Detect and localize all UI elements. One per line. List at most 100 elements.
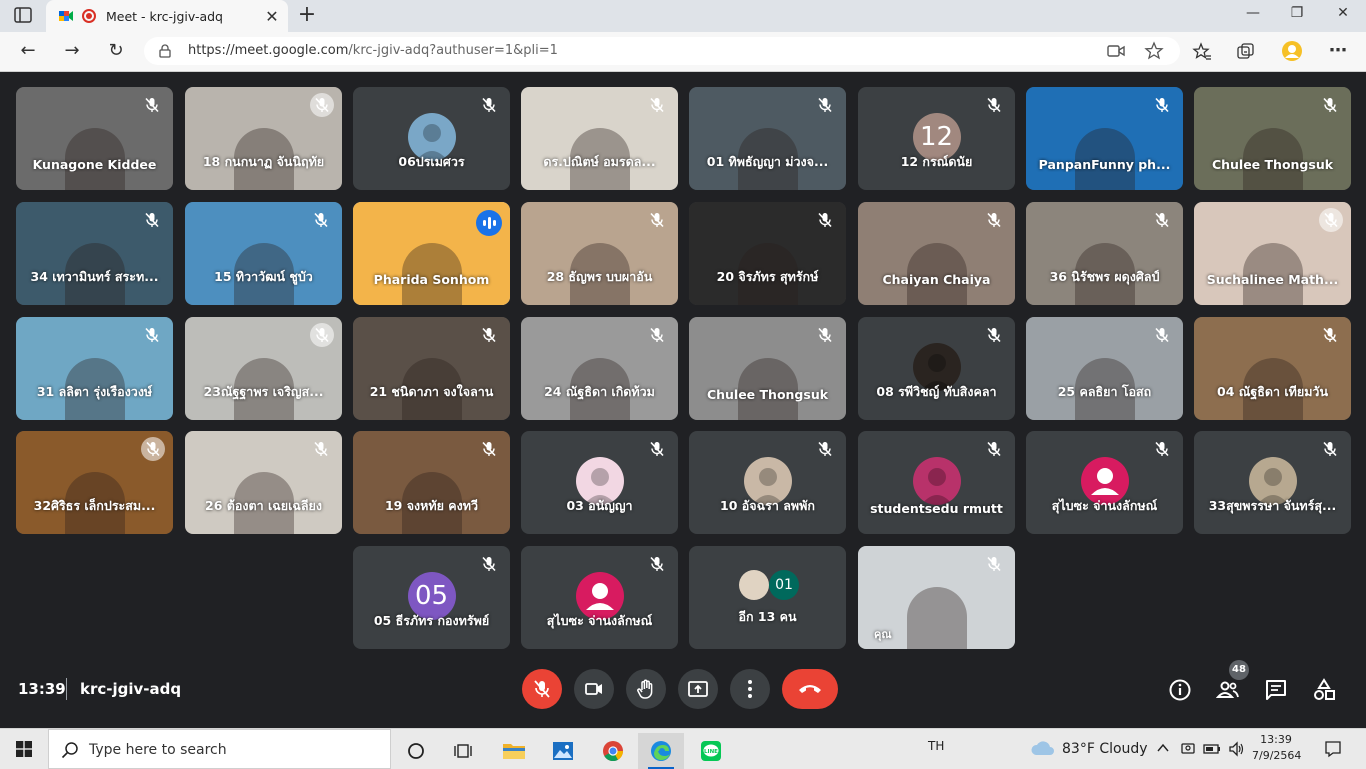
chrome-icon[interactable] <box>590 733 636 769</box>
participant-tile[interactable]: studentsedu rmutt <box>858 431 1015 534</box>
chat-icon[interactable] <box>1264 678 1288 702</box>
participant-tile[interactable]: 08 รพีวิชญ์ ทับสิงคลา <box>858 317 1015 420</box>
activities-icon[interactable] <box>1312 678 1336 702</box>
participant-tile[interactable]: 04 ณัฐธิดา เทียมวัน <box>1194 317 1351 420</box>
participant-tile[interactable]: สุไบซะ จ่านงลักษณ์ <box>521 546 678 649</box>
participant-tile[interactable]: 34 เทวามินทร์ สระท... <box>16 202 173 305</box>
search-placeholder: Type here to search <box>89 742 227 758</box>
tab-actions-icon[interactable] <box>14 7 32 23</box>
add-favorite-icon[interactable] <box>1144 41 1164 61</box>
new-tab-icon[interactable]: + <box>296 4 318 26</box>
more-vertical-icon <box>748 680 752 698</box>
forward-icon[interactable]: → <box>60 40 84 64</box>
meeting-time: 13:39 <box>18 680 66 698</box>
leave-call-button[interactable] <box>782 669 838 709</box>
participant-tile[interactable]: Chulee Thongsuk <box>689 317 846 420</box>
meeting-details-icon[interactable] <box>1168 678 1192 702</box>
volume-icon[interactable] <box>1228 741 1246 757</box>
taskbar-search-box[interactable]: Type here to search <box>48 729 391 769</box>
edge-icon[interactable] <box>638 733 684 769</box>
chevron-up-icon[interactable] <box>1157 743 1169 753</box>
participant-tile[interactable]: 23ณัฐฐาพร เจริญส... <box>185 317 342 420</box>
close-tab-icon[interactable]: ✕ <box>262 7 282 26</box>
participant-tile[interactable]: สุไบซะ จ่านงลักษณ์ <box>1026 431 1183 534</box>
participant-tile[interactable]: Pharida Sonhom <box>353 202 510 305</box>
participant-tile[interactable]: 21 ชนิดาภา จงใจลาน <box>353 317 510 420</box>
participant-tile[interactable]: 01 ทิพธัญญา ม่วงจ... <box>689 87 846 190</box>
windows-start-icon[interactable] <box>16 741 32 757</box>
camera-icon <box>585 683 602 695</box>
photos-app-icon[interactable] <box>540 733 586 769</box>
maximize-window-icon[interactable]: ❐ <box>1282 5 1312 25</box>
cortana-icon[interactable] <box>393 733 439 769</box>
lock-icon[interactable] <box>159 44 171 58</box>
close-window-icon[interactable]: ✕ <box>1328 5 1358 25</box>
minimize-window-icon[interactable]: — <box>1238 5 1268 25</box>
weather-text[interactable]: 83°F Cloudy <box>1062 741 1148 757</box>
participant-tile[interactable]: 33สุขพรรษา จันทร์สุ... <box>1194 431 1351 534</box>
participant-tile[interactable]: PanpanFunny ph... <box>1026 87 1183 190</box>
participant-tile[interactable]: 06ปรเมศวร <box>353 87 510 190</box>
weather-cloudy-icon[interactable] <box>1030 739 1056 757</box>
profile-avatar-icon[interactable] <box>1281 40 1303 62</box>
reload-icon[interactable]: ↻ <box>104 40 128 64</box>
url-host: https://meet.google.com <box>188 43 349 58</box>
input-language-indicator[interactable]: TH <box>928 739 944 753</box>
battery-icon[interactable] <box>1203 741 1221 757</box>
participant-tile[interactable]: Chaiyan Chaiya <box>858 202 1015 305</box>
participant-tile[interactable]: Chulee Thongsuk <box>1194 87 1351 190</box>
meet-now-icon[interactable] <box>1180 741 1196 757</box>
participant-name: 04 ณัฐธิดา เทียมวัน <box>1217 384 1328 399</box>
participant-tile[interactable]: 24 ณัฐธิดา เกิดท้วม <box>521 317 678 420</box>
participant-tile[interactable]: 10 อัจฉรา ลพพัก <box>689 431 846 534</box>
participant-tile[interactable]: 18 กนกนาฏ จันนิฤทัย <box>185 87 342 190</box>
browser-tab-meet[interactable]: Meet - krc-jgiv-adq ✕ <box>46 0 288 32</box>
mic-off-icon <box>985 326 1003 344</box>
participant-tile[interactable]: 36 นิรัชพร ผดุงศิลป์ <box>1026 202 1183 305</box>
mic-off-icon <box>143 211 161 229</box>
line-app-icon[interactable]: LINE <box>688 733 734 769</box>
favorites-icon[interactable] <box>1192 42 1212 62</box>
settings-more-icon[interactable]: ⋯ <box>1326 40 1350 64</box>
participant-tile[interactable]: 12 12 กรณ์ดนัย <box>858 87 1015 190</box>
participant-tile[interactable]: Kunagone Kiddee <box>16 87 173 190</box>
participant-count-badge: 48 <box>1229 660 1249 680</box>
system-clock[interactable]: 13:39 7/9/2564 <box>1252 732 1301 764</box>
participant-tile[interactable]: 25 คลธิยา โอสถ <box>1026 317 1183 420</box>
participant-tile[interactable]: 32ศิริธร เล็กประสม... <box>16 431 173 534</box>
camera-permission-icon[interactable] <box>1106 41 1126 61</box>
participant-name: สุไบซะ จ่านงลักษณ์ <box>546 613 653 628</box>
participant-tile[interactable]: 19 จงหทัย คงทวี <box>353 431 510 534</box>
task-view-icon[interactable] <box>440 733 486 769</box>
file-explorer-icon[interactable] <box>491 733 537 769</box>
mic-off-icon <box>1153 96 1171 114</box>
present-now-button[interactable] <box>678 669 718 709</box>
collections-icon[interactable] <box>1236 42 1256 62</box>
mic-off-icon <box>816 440 834 458</box>
raise-hand-button[interactable] <box>626 669 666 709</box>
participant-name: 23ณัฐฐาพร เจริญส... <box>203 384 324 399</box>
more-options-button[interactable] <box>730 669 770 709</box>
participant-tile[interactable]: Suchalinee Math... <box>1194 202 1351 305</box>
mic-off-icon <box>310 93 334 117</box>
participant-tile[interactable]: ดร.ปณิตษ์ อมรดล... <box>521 87 678 190</box>
mic-toggle-button[interactable] <box>522 669 562 709</box>
google-meet-icon <box>59 11 73 21</box>
participant-tile[interactable]: 26 ต้องตา เฉยเฉลียง <box>185 431 342 534</box>
participant-tile[interactable]: 03 อนัญญา <box>521 431 678 534</box>
notifications-icon[interactable] <box>1324 740 1342 758</box>
participant-tile[interactable]: 31 ลลิตา รุ่งเรืองวงษ์ <box>16 317 173 420</box>
back-icon[interactable]: ← <box>16 40 40 64</box>
people-icon[interactable] <box>1216 678 1240 702</box>
participant-tile[interactable]: 15 ทิวาวัฒน์ ชูบัว <box>185 202 342 305</box>
camera-toggle-button[interactable] <box>574 669 614 709</box>
mic-off-icon <box>648 440 666 458</box>
address-bar[interactable]: https://meet.google.com/krc-jgiv-adq?aut… <box>144 37 1180 65</box>
participant-tile[interactable]: 28 ธัญพร บบผาอัน <box>521 202 678 305</box>
participant-tile[interactable]: 20 จิรภัทร สุทรักษ์ <box>689 202 846 305</box>
mic-off-icon <box>816 211 834 229</box>
participant-tile[interactable]: คุณ <box>858 546 1015 649</box>
participant-tile[interactable]: 01 อีก 13 คน <box>689 546 846 649</box>
participant-tile[interactable]: 05 05 ธีรภัทร กองทรัพย์ <box>353 546 510 649</box>
mic-off-icon <box>648 326 666 344</box>
